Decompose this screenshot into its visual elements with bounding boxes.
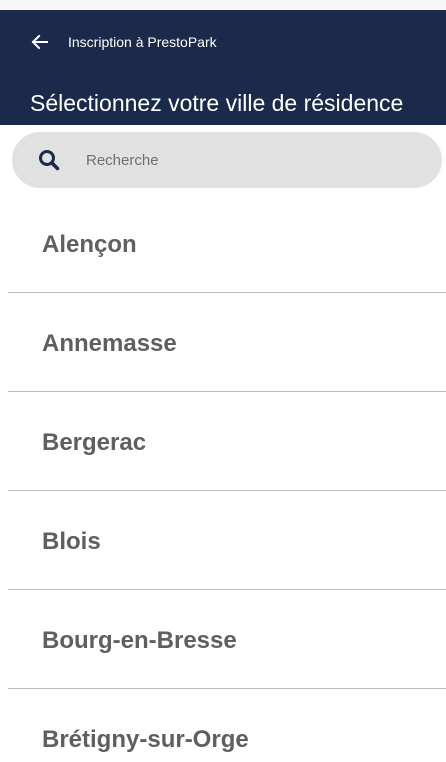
city-item-bergerac[interactable]: Bergerac — [8, 392, 446, 491]
header: Inscription à PrestoPark Sélectionnez vo… — [0, 10, 446, 125]
city-label: Brétigny-sur-Orge — [42, 726, 249, 753]
city-item-blois[interactable]: Blois — [8, 491, 446, 590]
arrow-left-icon — [31, 34, 48, 50]
city-item-alencon[interactable]: Alençon — [8, 194, 446, 293]
status-bar-strip — [0, 0, 446, 10]
app-bar: Inscription à PrestoPark — [0, 10, 446, 70]
city-item-bourg-en-bresse[interactable]: Bourg-en-Bresse — [8, 590, 446, 689]
search-input[interactable] — [86, 146, 386, 174]
appbar-title: Inscription à PrestoPark — [68, 34, 217, 50]
search-bar[interactable] — [12, 132, 442, 188]
city-label: Bergerac — [42, 429, 147, 456]
back-button[interactable] — [30, 32, 50, 52]
city-list: Alençon Annemasse Bergerac Blois Bourg-e… — [8, 194, 446, 762]
city-label: Blois — [42, 528, 101, 555]
city-item-annemasse[interactable]: Annemasse — [8, 293, 446, 392]
city-item-bretigny-sur-orge[interactable]: Brétigny-sur-Orge — [8, 689, 446, 762]
city-label: Bourg-en-Bresse — [42, 627, 237, 654]
city-label: Annemasse — [42, 330, 177, 357]
city-selection-screen: Inscription à PrestoPark Sélectionnez vo… — [0, 0, 446, 762]
page-title: Sélectionnez votre ville de résidence — [30, 90, 404, 116]
search-icon — [39, 150, 60, 171]
city-label: Alençon — [42, 231, 137, 258]
